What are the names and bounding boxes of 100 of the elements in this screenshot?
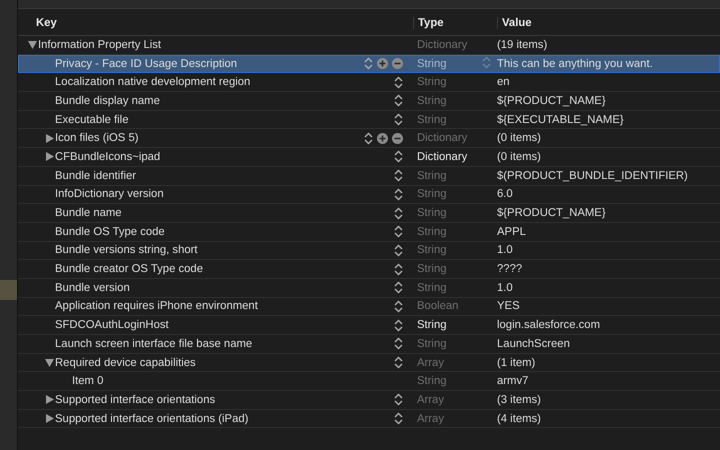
collapsed-triangle-icon[interactable] bbox=[46, 395, 54, 404]
key-text: Bundle versions string, short bbox=[55, 244, 198, 256]
value-text: LaunchScreen bbox=[497, 338, 570, 350]
key-text: Bundle name bbox=[55, 207, 122, 220]
remove-icon[interactable] bbox=[392, 132, 403, 144]
type-text: String bbox=[417, 94, 447, 107]
value-text: (0 items) bbox=[497, 132, 541, 144]
type-text: String bbox=[417, 76, 447, 88]
value-text: ${PRODUCT_NAME} bbox=[497, 207, 606, 220]
value-text: (1 item) bbox=[497, 356, 536, 369]
stepper-icon[interactable] bbox=[394, 393, 403, 406]
type-text: String bbox=[417, 114, 447, 126]
stepper-icon[interactable] bbox=[394, 318, 403, 332]
type-text: String bbox=[417, 244, 447, 256]
property-row[interactable]: Required device capabilities Array (1 item) bbox=[18, 354, 720, 372]
stepper-icon[interactable] bbox=[394, 225, 403, 238]
property-row[interactable]: Executable file String ${EXECUTABLE_NAME} bbox=[18, 110, 720, 130]
value-text: APPL bbox=[497, 226, 526, 238]
value-text: ${PRODUCT_NAME} bbox=[497, 94, 606, 107]
key-text: Localization native development region bbox=[55, 76, 250, 88]
property-row[interactable]: Supported interface orientations Array (3 items) bbox=[18, 391, 720, 410]
column-header[interactable]: Value bbox=[497, 16, 720, 28]
stepper-icon[interactable] bbox=[394, 150, 403, 164]
value-text: en bbox=[497, 76, 510, 88]
column-header[interactable]: Key bbox=[18, 16, 413, 28]
stepper-icon[interactable] bbox=[394, 206, 403, 220]
value-text: 1.0 bbox=[497, 244, 513, 256]
property-row[interactable]: Launch screen interface file base name String LaunchScreen bbox=[18, 335, 720, 354]
key-text: Application requires iPhone environment bbox=[55, 300, 258, 312]
key-text: Bundle display name bbox=[55, 94, 160, 107]
type-text: String bbox=[417, 263, 447, 276]
add-icon[interactable] bbox=[377, 132, 388, 144]
type-text: Array bbox=[417, 394, 444, 406]
property-row[interactable]: CFBundleIcons~ipad Dictionary (0 items) bbox=[18, 148, 720, 167]
property-row[interactable]: Bundle versions string, short String 1.0 bbox=[18, 242, 720, 260]
value-text: armv7 bbox=[497, 375, 528, 388]
property-row[interactable]: Bundle creator OS Type code String ???? bbox=[18, 260, 720, 279]
key-text: CFBundleIcons~ipad bbox=[55, 150, 160, 163]
property-row[interactable]: Privacy - Face ID Usage Description String This can be anything you want. bbox=[18, 54, 720, 74]
column-header[interactable]: Type bbox=[413, 16, 497, 28]
key-text: Executable file bbox=[55, 114, 128, 126]
stepper-icon[interactable] bbox=[394, 76, 403, 89]
property-row[interactable]: Application requires iPhone environment Boolean YES bbox=[18, 298, 720, 316]
collapsed-triangle-icon[interactable] bbox=[46, 152, 54, 162]
property-row[interactable]: SFDCOAuthLoginHost String login.salesforce.com bbox=[18, 316, 720, 335]
key-text: Bundle creator OS Type code bbox=[55, 263, 203, 276]
stepper-icon[interactable] bbox=[394, 356, 403, 370]
value-text: (3 items) bbox=[497, 394, 541, 406]
collapsed-triangle-icon[interactable] bbox=[46, 414, 54, 424]
value-text: ${EXECUTABLE_NAME} bbox=[497, 114, 624, 126]
stepper-icon[interactable] bbox=[394, 188, 403, 201]
value-text: 6.0 bbox=[497, 188, 513, 200]
type-text: Dictionary bbox=[417, 38, 468, 51]
value-text: (19 items) bbox=[497, 38, 548, 51]
stepper-icon[interactable] bbox=[394, 262, 403, 276]
type-text: String bbox=[417, 338, 447, 350]
remove-icon[interactable] bbox=[392, 58, 403, 70]
property-row[interactable]: Bundle name String ${PRODUCT_NAME} bbox=[18, 204, 720, 223]
property-row[interactable]: Bundle identifier String $(PRODUCT_BUNDLE_IDENTIFIER) bbox=[18, 166, 720, 186]
stepper-icon[interactable] bbox=[394, 337, 403, 350]
value-text: (4 items) bbox=[497, 412, 541, 425]
property-row[interactable]: Icon files (iOS 5) Dictionary (0 items) bbox=[18, 129, 720, 148]
property-row[interactable]: Bundle display name String ${PRODUCT_NAME} bbox=[18, 92, 720, 111]
key-text: SFDCOAuthLoginHost bbox=[55, 319, 169, 332]
property-row[interactable]: Bundle version String 1.0 bbox=[18, 278, 720, 298]
type-text: String bbox=[417, 375, 447, 388]
stepper-icon[interactable] bbox=[394, 113, 403, 126]
stepper-icon[interactable] bbox=[394, 94, 403, 108]
property-row[interactable]: Bundle OS Type code String APPL bbox=[18, 222, 720, 242]
property-row[interactable]: InfoDictionary version String 6.0 bbox=[18, 186, 720, 204]
key-text: Launch screen interface file base name bbox=[55, 338, 252, 350]
stepper-icon[interactable] bbox=[394, 244, 403, 257]
key-text: Supported interface orientations bbox=[55, 394, 216, 406]
type-text: String bbox=[417, 170, 447, 182]
add-icon[interactable] bbox=[377, 58, 388, 70]
sidebar-highlight bbox=[0, 280, 17, 300]
stepper-icon[interactable] bbox=[364, 57, 373, 70]
expanded-triangle-icon[interactable] bbox=[28, 40, 37, 49]
type-text: String bbox=[417, 282, 447, 294]
key-text: Icon files (iOS 5) bbox=[55, 132, 138, 144]
key-text: Privacy - Face ID Usage Description bbox=[55, 58, 238, 70]
key-text: InfoDictionary version bbox=[55, 188, 164, 200]
type-text: String bbox=[417, 188, 447, 200]
stepper-icon[interactable] bbox=[394, 281, 403, 294]
key-text: Item 0 bbox=[72, 375, 104, 388]
key-text: Bundle version bbox=[55, 282, 130, 294]
key-text: Required device capabilities bbox=[55, 356, 196, 369]
collapsed-triangle-icon[interactable] bbox=[46, 134, 54, 143]
stepper-icon[interactable] bbox=[364, 132, 373, 145]
stepper-icon[interactable] bbox=[394, 300, 403, 313]
value-text: This can be anything you want. bbox=[497, 58, 653, 70]
type-text: Boolean bbox=[417, 300, 458, 312]
stepper-icon[interactable] bbox=[394, 169, 403, 182]
property-row[interactable]: Localization native development region String en bbox=[18, 73, 720, 92]
property-row[interactable]: Supported interface orientations (iPad) Array (4 items) bbox=[18, 410, 720, 428]
stepper-icon[interactable] bbox=[394, 412, 403, 426]
property-row[interactable]: Item 0 String armv7 bbox=[18, 372, 720, 392]
expanded-triangle-icon[interactable] bbox=[45, 358, 54, 367]
key-text: Bundle identifier bbox=[55, 170, 136, 182]
type-text: Dictionary bbox=[417, 132, 468, 144]
